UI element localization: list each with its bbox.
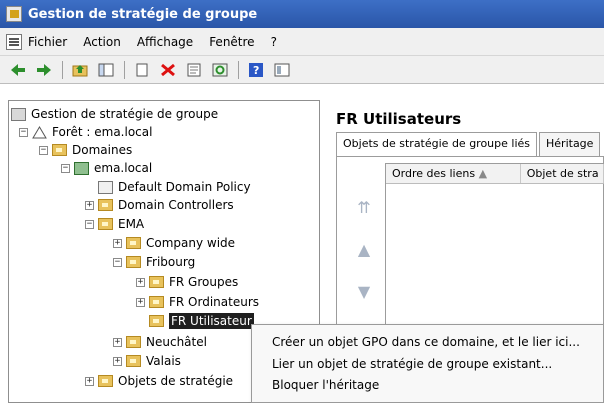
expand-icon[interactable]: + bbox=[113, 356, 122, 366]
toolbar-separator bbox=[62, 60, 63, 79]
gpo-container-icon bbox=[98, 375, 113, 387]
collapse-icon[interactable]: − bbox=[85, 219, 94, 229]
tree-label-domain-controllers: Domain Controllers bbox=[118, 198, 234, 212]
view-icon[interactable] bbox=[272, 60, 292, 80]
tree-node-default-policy[interactable]: Default Domain Policy bbox=[98, 178, 251, 196]
domains-folder-icon bbox=[52, 144, 67, 156]
menu-fichier[interactable]: Fichier bbox=[28, 35, 67, 49]
context-create-gpo[interactable]: Créer un objet GPO dans ce domaine, et l… bbox=[272, 335, 580, 353]
tree-node-domain-controllers[interactable]: + Domain Controllers bbox=[85, 196, 234, 214]
ou-folder-icon bbox=[98, 199, 113, 211]
expand-icon[interactable]: + bbox=[113, 238, 122, 248]
menu-bar: Fichier Action Affichage Fenêtre ? bbox=[0, 28, 604, 56]
tree-label-forest: Forêt : ema.local bbox=[52, 125, 153, 139]
context-menu: Créer un objet GPO dans ce domaine, et l… bbox=[251, 324, 604, 403]
gpo-link-icon bbox=[98, 180, 113, 194]
tree-label-objets-strategie: Objets de stratégie bbox=[118, 374, 234, 388]
move-top-icon[interactable]: ⇈ bbox=[351, 187, 377, 229]
ou-folder-icon bbox=[149, 296, 164, 308]
collapse-icon[interactable]: − bbox=[113, 257, 122, 267]
refresh-icon[interactable] bbox=[210, 60, 230, 80]
column-header-gpo[interactable]: Objet de stra bbox=[521, 164, 604, 183]
show-hide-tree-icon[interactable] bbox=[96, 60, 116, 80]
expand-icon[interactable]: + bbox=[85, 376, 94, 386]
tree-label-fribourg: Fribourg bbox=[146, 255, 196, 269]
tree-node-company-wide[interactable]: + Company wide bbox=[113, 234, 235, 252]
move-up-icon[interactable]: ▲ bbox=[351, 229, 377, 271]
domain-icon bbox=[74, 161, 89, 175]
tree-label-valais: Valais bbox=[146, 354, 181, 368]
tree-node-root[interactable]: Gestion de stratégie de groupe bbox=[11, 105, 218, 123]
toolbar: ? bbox=[0, 56, 604, 84]
column-header-label: Ordre des liens bbox=[392, 167, 476, 180]
expand-icon[interactable]: + bbox=[136, 277, 145, 287]
tree-label-domains: Domaines bbox=[72, 143, 133, 157]
tree-label-neuchatel: Neuchâtel bbox=[146, 335, 207, 349]
panel-tabs: Objets de stratégie de groupe liés Hérit… bbox=[336, 132, 602, 156]
context-block-inheritance[interactable]: Bloquer l'héritage bbox=[272, 378, 379, 396]
properties-icon[interactable] bbox=[184, 60, 204, 80]
tree-node-fr-groupes[interactable]: + FR Groupes bbox=[136, 273, 238, 291]
copy-icon[interactable] bbox=[132, 60, 152, 80]
forward-icon[interactable] bbox=[34, 60, 54, 80]
tab-inheritance[interactable]: Héritage bbox=[539, 132, 601, 156]
forest-triangle-icon bbox=[32, 125, 47, 138]
help-icon[interactable]: ? bbox=[246, 60, 266, 80]
collapse-icon[interactable]: − bbox=[61, 163, 70, 173]
ou-folder-icon bbox=[126, 336, 141, 348]
ou-folder-icon bbox=[149, 315, 164, 327]
tree-label-fr-ordinateurs: FR Ordinateurs bbox=[169, 295, 260, 309]
expand-icon[interactable]: + bbox=[136, 297, 145, 307]
expand-icon[interactable]: + bbox=[85, 200, 94, 210]
tree-node-domain[interactable]: − ema.local bbox=[61, 159, 152, 177]
ou-folder-icon bbox=[126, 237, 141, 249]
tree-label-root: Gestion de stratégie de groupe bbox=[31, 107, 219, 121]
move-down-icon[interactable]: ▼ bbox=[351, 271, 377, 313]
tab-linked-gpos[interactable]: Objets de stratégie de groupe liés bbox=[336, 132, 538, 156]
tree-node-objets-strategie[interactable]: + Objets de stratégie bbox=[85, 372, 233, 390]
ou-folder-icon bbox=[98, 218, 113, 230]
gpo-app-icon bbox=[6, 6, 22, 22]
tree-label-fr-utilisateurs: FR Utilisateur bbox=[169, 313, 254, 329]
column-header-link-order[interactable]: Ordre des liens ▲ bbox=[386, 164, 521, 183]
svg-text:?: ? bbox=[253, 64, 259, 77]
sort-ascending-icon: ▲ bbox=[478, 167, 488, 180]
tree-label-company-wide: Company wide bbox=[146, 236, 236, 250]
window-title: Gestion de stratégie de groupe bbox=[28, 6, 258, 22]
back-icon[interactable] bbox=[8, 60, 28, 80]
context-link-existing-gpo[interactable]: Lier un objet de stratégie de groupe exi… bbox=[272, 357, 552, 375]
ou-folder-icon bbox=[126, 355, 141, 367]
system-menu-icon[interactable] bbox=[6, 33, 22, 50]
menu-action[interactable]: Action bbox=[83, 35, 121, 49]
delete-icon[interactable] bbox=[158, 60, 178, 80]
menu-help[interactable]: ? bbox=[271, 35, 277, 49]
tree-node-fribourg[interactable]: − Fribourg bbox=[113, 253, 195, 271]
tree-node-forest[interactable]: − Forêt : ema.local bbox=[19, 123, 152, 141]
tree-label-domain: ema.local bbox=[94, 161, 153, 175]
tree-node-ema[interactable]: − EMA bbox=[85, 215, 144, 233]
gpo-management-icon bbox=[11, 107, 26, 121]
ou-folder-icon bbox=[149, 276, 164, 288]
tree-node-fr-ordinateurs[interactable]: + FR Ordinateurs bbox=[136, 293, 259, 311]
toolbar-separator bbox=[238, 60, 239, 79]
up-folder-icon[interactable] bbox=[70, 60, 90, 80]
tree-label-default-policy: Default Domain Policy bbox=[118, 180, 251, 194]
tree-node-domains[interactable]: − Domaines bbox=[39, 141, 132, 159]
collapse-icon[interactable]: − bbox=[19, 127, 28, 137]
tree-node-neuchatel[interactable]: + Neuchâtel bbox=[113, 333, 207, 351]
collapse-icon[interactable]: − bbox=[39, 145, 48, 155]
expand-icon[interactable]: + bbox=[113, 337, 122, 347]
menu-fenetre[interactable]: Fenêtre bbox=[209, 35, 254, 49]
tree-label-ema: EMA bbox=[118, 217, 145, 231]
tree-node-valais[interactable]: + Valais bbox=[113, 352, 181, 370]
menu-affichage[interactable]: Affichage bbox=[137, 35, 193, 49]
ou-folder-icon bbox=[126, 256, 141, 268]
tree-label-fr-groupes: FR Groupes bbox=[169, 275, 239, 289]
panel-title: FR Utilisateurs bbox=[336, 110, 462, 128]
list-header: Ordre des liens ▲ Objet de stra bbox=[386, 164, 604, 184]
toolbar-separator bbox=[124, 60, 125, 79]
linked-gpo-list[interactable]: Ordre des liens ▲ Objet de stra bbox=[385, 163, 604, 343]
title-bar: Gestion de stratégie de groupe bbox=[0, 0, 604, 28]
tree-node-fr-utilisateurs[interactable]: FR Utilisateur bbox=[149, 312, 254, 330]
